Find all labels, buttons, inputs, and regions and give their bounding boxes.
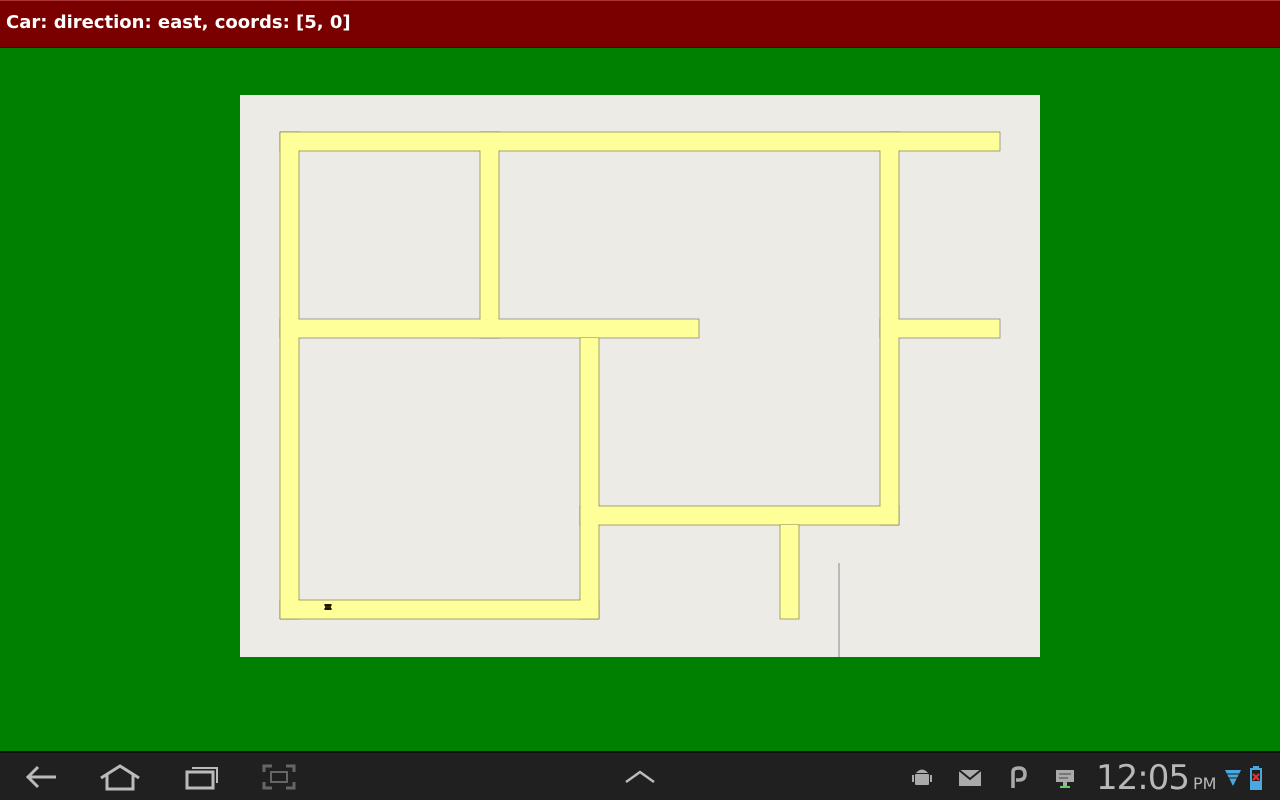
status-clock[interactable]: 12:05 PM: [1096, 758, 1216, 798]
title-bar: Car: direction: east, coords: [5, 0]: [0, 0, 1280, 48]
screenshot-icon: [262, 764, 296, 790]
clock-ampm: PM: [1192, 774, 1217, 793]
home-button[interactable]: [90, 759, 150, 795]
chevron-up-icon: [625, 770, 655, 784]
back-button[interactable]: [10, 759, 70, 795]
notification-icon[interactable]: [1052, 765, 1078, 791]
system-nav-bar: 12:05 PM: [0, 751, 1280, 800]
p-app-icon[interactable]: [1005, 765, 1031, 791]
road-fill: [280, 132, 1000, 619]
car-marker: [324, 604, 332, 610]
menu-button[interactable]: [610, 759, 670, 795]
recent-apps-icon: [185, 767, 218, 790]
road-map-svg: [279, 131, 1001, 657]
clock-time: 12:05: [1096, 758, 1190, 798]
battery-icon[interactable]: [1243, 765, 1269, 791]
back-arrow-icon: [25, 765, 56, 789]
recent-apps-button[interactable]: [172, 759, 232, 795]
android-debug-icon[interactable]: [909, 765, 935, 791]
road-map[interactable]: [240, 95, 1040, 657]
car-status-text: Car: direction: east, coords: [5, 0]: [6, 12, 351, 33]
gmail-icon[interactable]: [957, 765, 983, 791]
home-icon: [100, 764, 140, 791]
screenshot-button[interactable]: [249, 759, 309, 795]
